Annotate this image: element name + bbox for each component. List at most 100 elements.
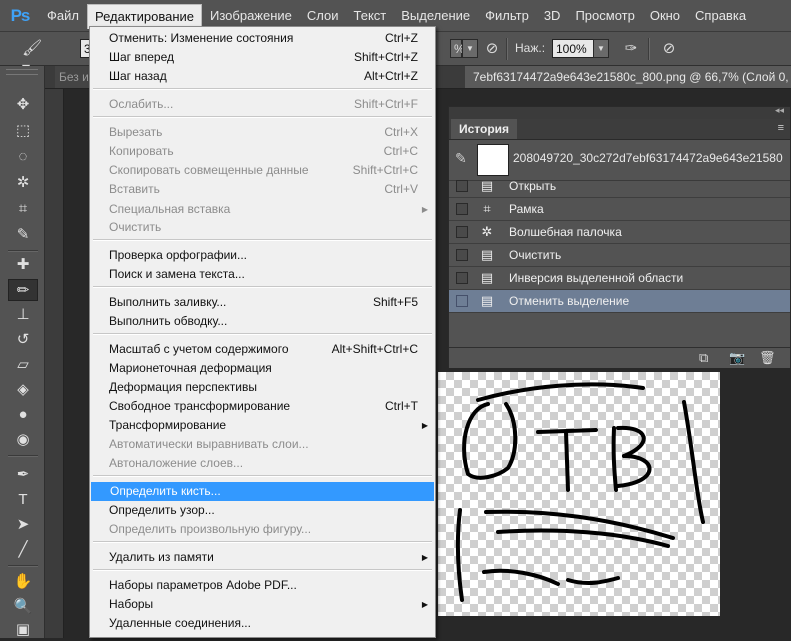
history-source-checkbox[interactable] bbox=[456, 249, 468, 261]
history-state-row[interactable]: ✲ Волшебная палочка bbox=[449, 221, 790, 244]
menu-item-remote-connections[interactable]: Удаленные соединения... bbox=[90, 614, 435, 633]
history-state-row[interactable]: ▤ Инверсия выделенной области bbox=[449, 267, 790, 290]
menu-item-define-brush[interactable]: Определить кисть... bbox=[91, 482, 434, 501]
collapse-icon[interactable]: ◂◂ bbox=[775, 105, 784, 116]
document-tab-active[interactable]: 7ebf63174472a9e643e21580c_800.png @ 66,7… bbox=[465, 66, 791, 88]
blur-tool-icon[interactable]: ● bbox=[8, 404, 38, 426]
handwritten-drawing bbox=[455, 382, 705, 602]
menu-item-undo[interactable]: Отменить: Изменение состояния Ctrl+Z bbox=[90, 29, 435, 48]
menu-view[interactable]: Просмотр bbox=[568, 5, 641, 27]
menu-layers[interactable]: Слои bbox=[300, 5, 346, 27]
pen-tool-icon[interactable]: ✒ bbox=[8, 464, 38, 486]
tab-history[interactable]: История bbox=[451, 119, 518, 139]
menu-item-step-backward[interactable]: Шаг назад Alt+Ctrl+Z bbox=[90, 67, 435, 86]
path-selection-tool-icon[interactable]: ➤ bbox=[8, 514, 38, 536]
menu-filter[interactable]: Фильтр bbox=[478, 5, 536, 27]
menu-item-auto-blend-layers[interactable]: Автоналожение слоев... bbox=[90, 454, 435, 473]
dodge-tool-icon[interactable]: ◉ bbox=[8, 429, 38, 451]
paint-bucket-tool-icon[interactable]: ◈ bbox=[8, 379, 38, 401]
healing-brush-tool-icon[interactable]: ✚ bbox=[8, 254, 38, 276]
panel-menu-icon[interactable]: ≡ bbox=[778, 122, 784, 134]
pressure-dropdown[interactable]: ▼ bbox=[593, 39, 609, 58]
menu-item-copy[interactable]: Копировать Ctrl+C bbox=[90, 142, 435, 161]
history-source-checkbox[interactable] bbox=[456, 272, 468, 284]
history-state-label: Открыть bbox=[509, 179, 557, 193]
menu-type[interactable]: Текст bbox=[347, 5, 394, 27]
menu-item-perspective-warp[interactable]: Деформация перспективы bbox=[90, 378, 435, 397]
snapshot-thumbnail bbox=[477, 144, 509, 176]
menu-file[interactable]: Файл bbox=[40, 5, 86, 27]
menu-item-paste-special[interactable]: Специальная вставка ▶ bbox=[90, 200, 435, 219]
new-document-from-state-icon[interactable]: ⧉ bbox=[699, 350, 708, 366]
history-panel: ◂◂ История ≡ ✎ 208049720_30c272d7ebf6317… bbox=[448, 105, 791, 368]
trash-icon[interactable]: 🗑 bbox=[759, 350, 776, 366]
submenu-arrow-icon: ▶ bbox=[421, 600, 428, 609]
history-source-checkbox[interactable] bbox=[456, 295, 468, 307]
type-tool-icon[interactable]: T bbox=[8, 489, 38, 511]
zoom-tool-icon[interactable]: 🔍 bbox=[8, 596, 38, 618]
menu-select[interactable]: Выделение bbox=[394, 5, 477, 27]
history-footer: ⧉ 📷 🗑 bbox=[449, 347, 790, 368]
history-brush-source-icon[interactable]: ✎ bbox=[455, 150, 467, 167]
marquee-tool-icon[interactable]: ⬚ bbox=[8, 120, 38, 142]
history-state-row[interactable]: ▤ Очистить bbox=[449, 244, 790, 267]
crop-tool-icon[interactable]: ⌗ bbox=[8, 198, 38, 220]
lasso-tool-icon[interactable]: ◌ bbox=[8, 146, 38, 168]
crop-icon: ⌗ bbox=[483, 201, 491, 216]
history-state-row[interactable]: ⌗ Рамка bbox=[449, 198, 790, 221]
menu-help[interactable]: Справка bbox=[688, 5, 753, 27]
history-brush-tool-icon[interactable]: ↺ bbox=[8, 329, 38, 351]
menu-item-check-spelling[interactable]: Проверка орфографии... bbox=[90, 246, 435, 265]
menu-item-paste[interactable]: Вставить Ctrl+V bbox=[90, 180, 435, 199]
menu-item-transform[interactable]: Трансформирование ▶ bbox=[90, 416, 435, 435]
vertical-ruler bbox=[45, 89, 64, 638]
menu-item-step-forward[interactable]: Шаг вперед Shift+Ctrl+Z bbox=[90, 48, 435, 67]
camera-snapshot-icon[interactable]: 📷 bbox=[729, 350, 745, 366]
menu-item-define-pattern[interactable]: Определить узор... bbox=[90, 501, 435, 520]
menu-item-adobe-pdf-presets[interactable]: Наборы параметров Adobe PDF... bbox=[90, 576, 435, 595]
clone-stamp-tool-icon[interactable]: ⊥ bbox=[8, 304, 38, 326]
panel-grip[interactable] bbox=[6, 69, 38, 75]
opacity-field-tail[interactable]: % bbox=[450, 39, 465, 58]
menu-image[interactable]: Изображение bbox=[203, 5, 299, 27]
menu-item-purge[interactable]: Удалить из памяти ▶ bbox=[90, 548, 435, 567]
menu-3d[interactable]: 3D bbox=[537, 5, 568, 27]
canvas-image[interactable] bbox=[438, 372, 720, 616]
airbrush-icon[interactable]: ✑ bbox=[620, 38, 642, 60]
history-state-label: Волшебная палочка bbox=[509, 225, 622, 239]
eraser-tool-icon[interactable]: ▱ bbox=[8, 354, 38, 376]
document-icon: ▤ bbox=[480, 247, 494, 262]
brush-tool-icon[interactable]: ✏ bbox=[8, 279, 38, 301]
move-tool-icon[interactable]: ✥ bbox=[8, 94, 38, 116]
menu-item-define-custom-shape[interactable]: Определить произвольную фигуру... bbox=[90, 520, 435, 539]
history-source-checkbox[interactable] bbox=[456, 180, 468, 192]
history-state-label: Очистить bbox=[509, 248, 562, 262]
menu-item-content-aware-scale[interactable]: Масштаб с учетом содержимого Alt+Shift+Ct… bbox=[90, 340, 435, 359]
menu-item-puppet-warp[interactable]: Марионеточная деформация bbox=[90, 359, 435, 378]
tablet-pressure-size-icon[interactable]: ⊘ bbox=[658, 38, 680, 60]
menu-item-find-replace[interactable]: Поиск и замена текста... bbox=[90, 265, 435, 284]
pressure-field[interactable]: 100% bbox=[552, 39, 594, 58]
menu-item-fade[interactable]: Ослабить... Shift+Ctrl+F bbox=[90, 95, 435, 114]
eyedropper-tool-icon[interactable]: ✎ bbox=[8, 224, 38, 246]
history-source-checkbox[interactable] bbox=[456, 226, 468, 238]
submenu-arrow-icon: ▶ bbox=[421, 553, 428, 562]
opacity-dropdown[interactable]: ▼ bbox=[462, 39, 478, 58]
history-state-row-current[interactable]: ▤ Отменить выделение bbox=[449, 290, 790, 313]
history-state-row[interactable]: ▤ Открыть bbox=[449, 175, 790, 198]
menu-window[interactable]: Окно bbox=[643, 5, 687, 27]
menu-item-free-transform[interactable]: Свободное трансформирование Ctrl+T bbox=[90, 397, 435, 416]
magic-wand-tool-icon[interactable]: ✲ bbox=[8, 172, 38, 194]
tablet-pressure-opacity-icon[interactable]: ⊘ bbox=[481, 38, 503, 60]
menu-item-fill[interactable]: Выполнить заливку... Shift+F5 bbox=[90, 293, 435, 312]
menu-item-auto-align-layers[interactable]: Автоматически выравнивать слои... bbox=[90, 435, 435, 454]
hand-tool-icon[interactable]: ✋ bbox=[8, 571, 38, 593]
menu-item-stroke[interactable]: Выполнить обводку... bbox=[90, 312, 435, 331]
menu-item-presets[interactable]: Наборы ▶ bbox=[90, 595, 435, 614]
line-tool-icon[interactable]: ╱ bbox=[8, 539, 38, 561]
menu-item-cut[interactable]: Вырезать Ctrl+X bbox=[90, 123, 435, 142]
menu-item-copy-merged[interactable]: Скопировать совмещенные данные Shift+Ctrl… bbox=[90, 161, 435, 180]
menu-item-clear[interactable]: Очистить bbox=[90, 218, 435, 237]
history-source-checkbox[interactable] bbox=[456, 203, 468, 215]
brush-preset-icon[interactable]: 🖌▾ bbox=[22, 38, 50, 77]
